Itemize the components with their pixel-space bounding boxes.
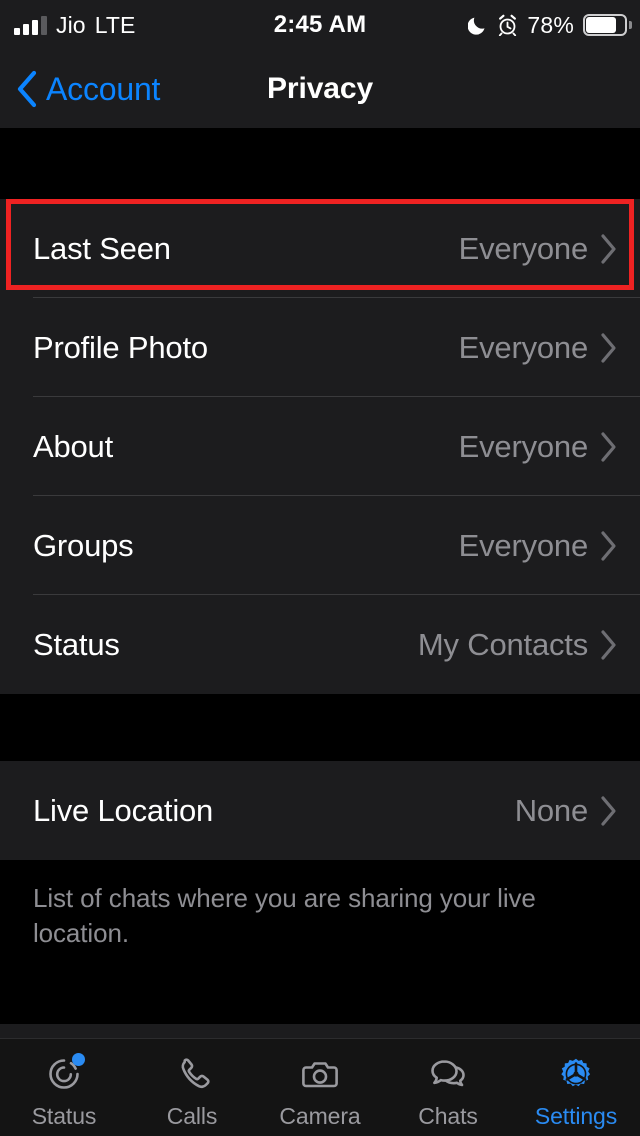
- row-groups[interactable]: Groups Everyone: [0, 496, 640, 595]
- chevron-right-icon: [601, 332, 616, 363]
- row-label: About: [33, 428, 114, 464]
- row-right: None: [515, 793, 618, 829]
- row-value: My Contacts: [417, 626, 588, 662]
- live-location-footnote: List of chats where you are sharing your…: [0, 860, 640, 951]
- row-label: Profile Photo: [33, 329, 208, 365]
- row-right: Everyone: [459, 231, 618, 267]
- row-label: Groups: [33, 527, 134, 563]
- chevron-right-icon: [601, 431, 616, 462]
- section-gap-top: [0, 128, 640, 199]
- page-title: Privacy: [266, 72, 374, 105]
- gear-icon: [552, 1051, 600, 1097]
- tab-label: Chats: [418, 1103, 478, 1129]
- chevron-right-icon: [601, 530, 616, 561]
- tab-camera[interactable]: Camera: [256, 1039, 384, 1136]
- chevron-right-icon: [601, 629, 616, 660]
- row-label: Last Seen: [33, 230, 171, 266]
- tab-status[interactable]: Status: [0, 1039, 128, 1136]
- row-right: Everyone: [459, 429, 618, 465]
- tab-calls[interactable]: Calls: [128, 1039, 256, 1136]
- row-value: Everyone: [458, 527, 589, 563]
- status-rings-icon: [40, 1051, 88, 1097]
- navigation-bar: Account Privacy: [0, 50, 640, 128]
- row-right: Everyone: [459, 330, 618, 366]
- battery-icon: [583, 14, 632, 36]
- phone-icon: [168, 1051, 216, 1097]
- settings-list: Last Seen Everyone Profile Photo Everyon…: [0, 128, 640, 1136]
- moon-icon: [468, 14, 488, 36]
- row-label: Live Location: [33, 792, 214, 828]
- row-right: Everyone: [459, 528, 618, 564]
- row-value: None: [514, 792, 589, 828]
- chat-bubbles-icon: [424, 1051, 472, 1097]
- status-bar: Jio LTE 2:45 AM 78%: [0, 0, 640, 50]
- section-gap-middle: [0, 694, 640, 761]
- tab-label: Status: [31, 1103, 97, 1129]
- row-value: Everyone: [458, 230, 589, 266]
- tab-label: Settings: [534, 1103, 618, 1129]
- row-status[interactable]: Status My Contacts: [0, 595, 640, 694]
- privacy-settings-group: Last Seen Everyone Profile Photo Everyon…: [0, 199, 640, 694]
- chevron-right-icon: [601, 795, 616, 826]
- camera-icon: [296, 1051, 344, 1097]
- tab-label: Calls: [166, 1103, 218, 1129]
- status-badge-dot: [72, 1053, 85, 1066]
- row-profile-photo[interactable]: Profile Photo Everyone: [0, 298, 640, 397]
- row-right: My Contacts: [418, 627, 618, 663]
- chevron-right-icon: [601, 233, 616, 264]
- status-bar-right: 78%: [468, 0, 632, 50]
- row-label: Status: [33, 626, 120, 662]
- tab-chats[interactable]: Chats: [384, 1039, 512, 1136]
- battery-percent-label: 78%: [527, 11, 574, 38]
- live-location-group: Live Location None: [0, 761, 640, 860]
- row-about[interactable]: About Everyone: [0, 397, 640, 496]
- row-live-location[interactable]: Live Location None: [0, 761, 640, 860]
- whatsapp-privacy-screen: Jio LTE 2:45 AM 78% Account Privacy Last…: [0, 0, 640, 1136]
- tab-label: Camera: [279, 1103, 361, 1129]
- alarm-icon: [497, 14, 518, 36]
- row-last-seen[interactable]: Last Seen Everyone: [0, 199, 640, 298]
- row-value: Everyone: [458, 428, 589, 464]
- tab-settings[interactable]: Settings: [512, 1039, 640, 1136]
- tab-bar: Status Calls Camera Chats Settings: [0, 1038, 640, 1136]
- row-value: Everyone: [458, 329, 589, 365]
